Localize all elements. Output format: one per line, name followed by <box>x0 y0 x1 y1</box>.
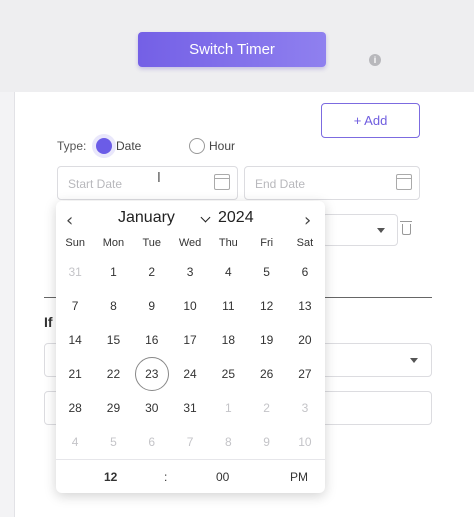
end-date-input[interactable]: End Date <box>244 166 420 200</box>
calendar-day[interactable]: 6 <box>286 255 324 289</box>
calendar-day[interactable]: 20 <box>286 323 324 357</box>
calendar-day[interactable]: 9 <box>133 289 171 323</box>
start-date-placeholder: Start Date <box>68 177 123 191</box>
weekday-label: Thu <box>218 237 238 249</box>
calendar-day[interactable]: 19 <box>247 323 285 357</box>
week-row: 4 5 6 7 8 9 10 <box>56 425 325 459</box>
calendar-day[interactable]: 4 <box>209 255 247 289</box>
hour-input[interactable]: 12 <box>104 470 117 484</box>
month-select[interactable]: January <box>118 209 175 227</box>
calendar-day[interactable]: 29 <box>94 391 132 425</box>
calendar-day[interactable]: 26 <box>247 357 285 391</box>
time-selector: 12 : 00 PM <box>56 459 325 493</box>
calendar-day[interactable]: 10 <box>171 289 209 323</box>
calendar-day[interactable]: 22 <box>94 357 132 391</box>
type-label: Type: <box>57 139 87 153</box>
chevron-down-icon <box>377 228 385 233</box>
chevron-down-icon <box>410 358 418 363</box>
chevron-down-icon[interactable] <box>200 212 211 223</box>
calendar-day[interactable]: 5 <box>247 255 285 289</box>
week-row: 14 15 16 17 18 19 20 <box>56 323 325 357</box>
calendar-day[interactable]: 28 <box>56 391 94 425</box>
chevron-left-icon[interactable]: ‹ <box>66 210 73 231</box>
condition-select[interactable] <box>322 214 398 246</box>
weekday-label: Fri <box>260 237 274 249</box>
calendar-day[interactable]: 16 <box>133 323 171 357</box>
calendar-day[interactable]: 17 <box>171 323 209 357</box>
calendar-day[interactable]: 24 <box>171 357 209 391</box>
chevron-right-icon[interactable]: › <box>304 210 311 231</box>
period-input[interactable]: PM <box>290 470 308 484</box>
info-icon[interactable]: i <box>369 54 381 66</box>
week-row: 31 1 2 3 4 5 6 <box>56 255 325 289</box>
week-row: 21 22 23 24 25 26 27 <box>56 357 325 391</box>
calendar-day[interactable]: 10 <box>286 425 324 459</box>
calendar-day[interactable]: 8 <box>94 289 132 323</box>
calendar-day[interactable]: 5 <box>94 425 132 459</box>
calendar-day[interactable]: 4 <box>56 425 94 459</box>
calendar-day[interactable]: 31 <box>171 391 209 425</box>
calendar-day[interactable]: 13 <box>286 289 324 323</box>
calendar-day[interactable]: 3 <box>171 255 209 289</box>
calendar-day[interactable]: 7 <box>56 289 94 323</box>
text-cursor-icon: I <box>157 171 161 186</box>
calendar-day[interactable]: 12 <box>247 289 285 323</box>
calendar-day[interactable]: 1 <box>94 255 132 289</box>
radio-hour[interactable] <box>189 138 205 154</box>
calendar-day[interactable]: 8 <box>209 425 247 459</box>
weekday-header: Sun Mon Tue Wed Thu Fri Sat <box>56 237 325 249</box>
time-separator: : <box>164 470 168 484</box>
minute-input[interactable]: 00 <box>216 470 229 484</box>
calendar-day[interactable]: 2 <box>247 391 285 425</box>
calendar-day[interactable]: 15 <box>94 323 132 357</box>
radio-hour-label[interactable]: Hour <box>209 139 235 153</box>
calendar-day-selected[interactable]: 23 <box>133 357 171 391</box>
calendar-day[interactable]: 11 <box>209 289 247 323</box>
switch-timer-button[interactable]: Switch Timer <box>138 32 326 67</box>
calendar-day[interactable]: 25 <box>209 357 247 391</box>
calendar-day[interactable]: 1 <box>209 391 247 425</box>
calendar-day[interactable]: 14 <box>56 323 94 357</box>
date-picker-popup: ‹ January 2024 › Sun Mon Tue Wed Thu Fri… <box>56 201 325 493</box>
calendar-icon[interactable] <box>396 174 412 190</box>
weekday-label: Tue <box>142 237 162 249</box>
week-row: 28 29 30 31 1 2 3 <box>56 391 325 425</box>
trash-icon[interactable] <box>400 221 412 235</box>
calendar-day[interactable]: 9 <box>247 425 285 459</box>
week-row: 7 8 9 10 11 12 13 <box>56 289 325 323</box>
calendar-day[interactable]: 3 <box>286 391 324 425</box>
start-date-input[interactable]: Start Date <box>57 166 238 200</box>
radio-date-label[interactable]: Date <box>116 139 141 153</box>
calendar-day[interactable]: 27 <box>286 357 324 391</box>
calendar-day[interactable]: 2 <box>133 255 171 289</box>
weekday-label: Wed <box>178 237 202 249</box>
year-input[interactable]: 2024 <box>218 209 254 227</box>
weekday-label: Sat <box>296 237 314 249</box>
calendar-day[interactable]: 21 <box>56 357 94 391</box>
add-button[interactable]: + Add <box>321 103 420 138</box>
if-section-label: If <box>44 314 53 330</box>
end-date-placeholder: End Date <box>255 177 306 191</box>
calendar-day[interactable]: 18 <box>209 323 247 357</box>
calendar-day[interactable]: 31 <box>56 255 94 289</box>
calendar-day[interactable]: 6 <box>133 425 171 459</box>
calendar-icon[interactable] <box>214 174 230 190</box>
weekday-label: Mon <box>102 237 125 249</box>
calendar-day[interactable]: 30 <box>133 391 171 425</box>
calendar-day[interactable]: 7 <box>171 425 209 459</box>
radio-date[interactable] <box>96 138 112 154</box>
weekday-label: Sun <box>65 237 85 249</box>
